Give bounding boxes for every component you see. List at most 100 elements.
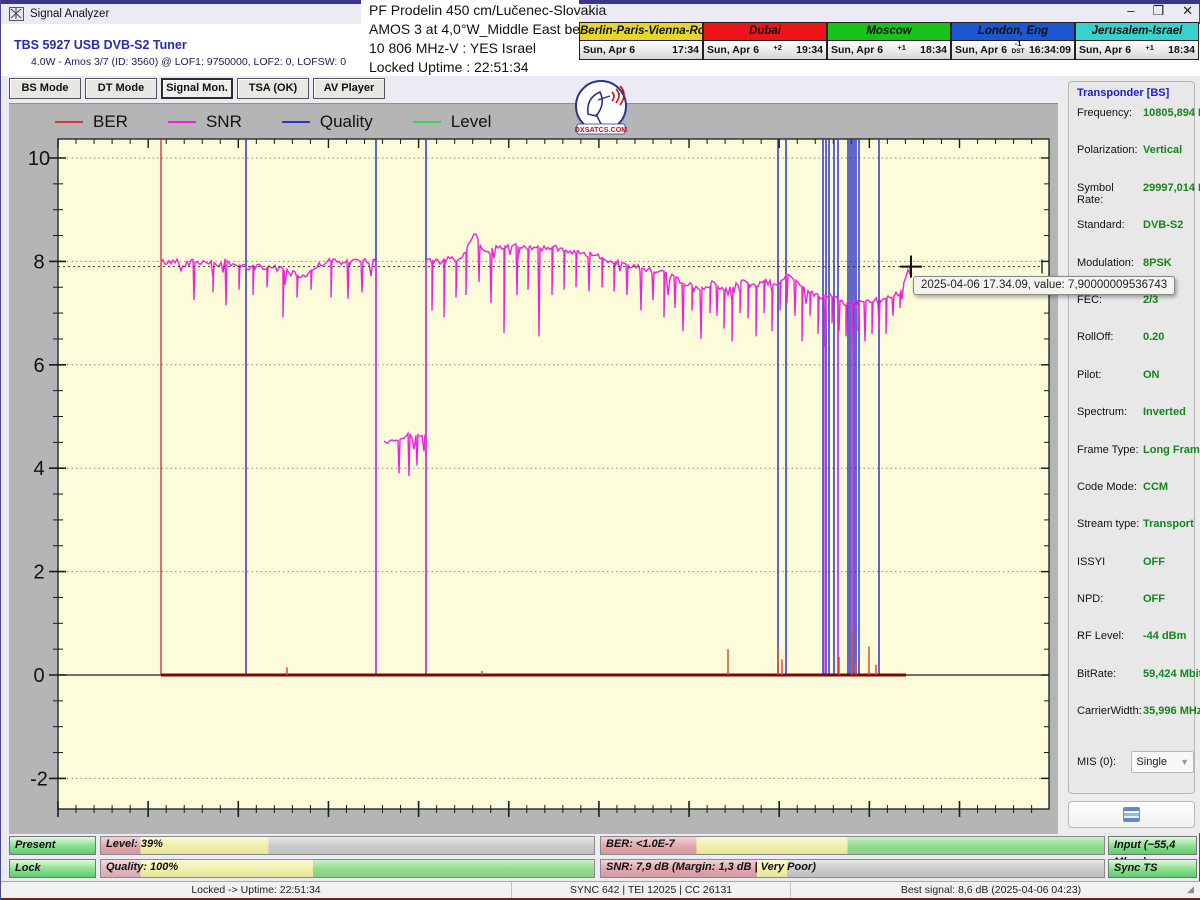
indicator-present: Present [9, 836, 96, 855]
transponder-row: Spectrum:Inverted [1077, 406, 1194, 443]
transponder-row: Stream type:Transport [1077, 518, 1194, 555]
clock-time-row: Sun, Apr 617:34 [580, 41, 702, 59]
gauge-level-gloss [101, 837, 594, 854]
gauge-level: Level: 39% [100, 836, 595, 855]
tab-signal-mon-[interactable]: Signal Mon. [161, 78, 233, 99]
info-line-1: PF Prodelin 450 cm/Lučenec-Slovakia [369, 1, 579, 20]
transponder-row-value: ON [1143, 369, 1160, 406]
clock-city-name: Jerusalem-Israel [1076, 23, 1198, 41]
indicator-input-55-4-mbps-: Input (~55,4 Mbps) [1108, 836, 1197, 855]
mis-dropdown[interactable]: Single ▼ [1131, 751, 1194, 773]
transponder-row: CarrierWidth:35,996 MHz [1077, 705, 1194, 742]
transponder-row-value: Inverted [1143, 406, 1186, 443]
transponder-row: Standard:DVB-S2 [1077, 219, 1194, 256]
transponder-row: ISSYIOFF [1077, 556, 1194, 593]
transponder-row-value: DVB-S2 [1143, 219, 1183, 256]
transponder-row: Polarization:Vertical [1077, 144, 1194, 181]
transponder-row-label: FEC: [1077, 294, 1143, 331]
transponder-rows: Frequency:10805,894 MHzPolarization:Vert… [1077, 107, 1194, 743]
transponder-row-value: 2/3 [1143, 294, 1158, 331]
world-clocks: Berlin-Paris-Vienna-RomaSun, Apr 617:34D… [579, 22, 1199, 60]
tuner-settings: 4.0W - Amos 3/7 (ID: 3560) @ LOF1: 97500… [31, 56, 346, 68]
list-icon [1123, 807, 1140, 822]
transponder-row-value: OFF [1143, 556, 1165, 593]
gauge-ber-label: BER: <1.0E-7 [606, 838, 675, 850]
transponder-row-value: -44 dBm [1143, 630, 1186, 667]
close-button[interactable]: ✕ [1182, 2, 1193, 20]
transponder-row-value: CCM [1143, 481, 1168, 518]
transponder-row: Pilot:ON [1077, 369, 1194, 406]
y-tick-label: 10 [28, 148, 50, 170]
tab-av-player[interactable]: AV Player [313, 78, 385, 99]
transponder-row-value: OFF [1143, 593, 1165, 630]
y-tick-label: 4 [33, 458, 44, 480]
y-tick-label: 6 [33, 355, 44, 377]
transponder-row-label: BitRate: [1077, 668, 1143, 705]
signal-chart[interactable]: 1086420-2 [9, 104, 1058, 834]
transponder-row-value: 35,996 MHz [1143, 705, 1200, 742]
window-controls: – ❐ ✕ [1127, 2, 1193, 20]
app-icon [9, 7, 24, 21]
transponder-row-label: Code Mode: [1077, 481, 1143, 518]
transponder-row: Code Mode:CCM [1077, 481, 1194, 518]
clock-time-row: Sun, Apr 6+118:34 [1076, 41, 1198, 59]
transponder-row-label: CarrierWidth: [1077, 705, 1143, 742]
clock-city-name: Berlin-Paris-Vienna-Roma [580, 23, 702, 41]
mode-tabs: BS ModeDT ModeSignal Mon.TSA (OK)AV Play… [9, 78, 385, 99]
transponder-row-value: Vertical [1143, 144, 1182, 181]
transponder-row: Frame Type:Long Frame [1077, 444, 1194, 481]
clock-time-row: Sun, Apr 6+118:34 [828, 41, 950, 59]
tab-tsa-ok-[interactable]: TSA (OK) [237, 78, 309, 99]
transponder-row-label: RollOff: [1077, 331, 1143, 368]
clock-time-value: 18:34 [1168, 44, 1195, 56]
clock-cell: MoscowSun, Apr 6+118:34 [827, 22, 951, 60]
stream-list-button[interactable] [1068, 801, 1195, 828]
transponder-title: Transponder [BS] [1077, 87, 1194, 99]
clock-cell: London, EngSun, Apr 6-1DST16:34:09 [951, 22, 1075, 60]
chevron-down-icon: ▼ [1180, 757, 1189, 767]
clock-utc-offset: +1 [1131, 44, 1168, 51]
gauge-ber-gloss [601, 837, 1104, 854]
transponder-row-label: NPD: [1077, 593, 1143, 630]
transponder-row: NPD:OFF [1077, 593, 1194, 630]
y-tick-label: 2 [33, 562, 44, 584]
transponder-row-value: 0.20 [1143, 331, 1164, 368]
minimize-button[interactable]: – [1127, 2, 1134, 20]
resize-grip[interactable]: ◢ [1187, 884, 1197, 896]
clock-time-value: 18:34 [920, 44, 947, 56]
y-tick-label: 0 [33, 665, 44, 687]
transponder-row-value: 29997,014 KS/s [1143, 182, 1200, 219]
clock-date: Sun, Apr 6 [707, 44, 759, 56]
transponder-row-label: Pilot: [1077, 369, 1143, 406]
mis-row: MIS (0): Single ▼ [1077, 751, 1194, 773]
clock-time-value: 19:34 [796, 44, 823, 56]
transponder-panel: Transponder [BS] Frequency:10805,894 MHz… [1068, 81, 1195, 794]
clock-time-value: 16:34:09 [1029, 44, 1071, 56]
transponder-row-value: 10805,894 MHz [1143, 107, 1200, 144]
tab-bs-mode[interactable]: BS Mode [9, 78, 81, 99]
maximize-button[interactable]: ❐ [1152, 2, 1164, 20]
gauge-quality-label: Quality: 100% [106, 861, 178, 873]
status-best-signal: Best signal: 8,6 dB (2025-04-06 04:23) [791, 882, 1191, 899]
tab-dt-mode[interactable]: DT Mode [85, 78, 157, 99]
gauge-quality: Quality: 100% [100, 859, 595, 878]
gauge-ber: BER: <1.0E-7 [600, 836, 1105, 855]
clock-date: Sun, Apr 6 [955, 44, 1007, 56]
clock-date: Sun, Apr 6 [831, 44, 883, 56]
transponder-row-value: Long Frame [1143, 444, 1200, 481]
transponder-row: Frequency:10805,894 MHz [1077, 107, 1194, 144]
gauge-level-label: Level: 39% [106, 838, 163, 850]
transponder-row-label: Frame Type: [1077, 444, 1143, 481]
transponder-row-value: Transport [1143, 518, 1194, 555]
transponder-row-label: Symbol Rate: [1077, 182, 1143, 219]
clock-city-name: Moscow [828, 23, 950, 41]
info-line-4: Locked Uptime : 22:51:34 [369, 58, 579, 77]
clock-utc-offset: +2 [759, 44, 796, 51]
indicator-sync-ts: Sync TS [1108, 859, 1197, 878]
clock-time-row: Sun, Apr 6+219:34 [704, 41, 826, 59]
clock-cell: Berlin-Paris-Vienna-RomaSun, Apr 617:34 [579, 22, 703, 60]
y-tick-label: -2 [30, 768, 48, 790]
transponder-row-label: RF Level: [1077, 630, 1143, 667]
gauge-snr: SNR: 7,9 dB (Margin: 1,3 dB | Very Poor) [600, 859, 1105, 878]
transponder-row-label: Polarization: [1077, 144, 1143, 181]
